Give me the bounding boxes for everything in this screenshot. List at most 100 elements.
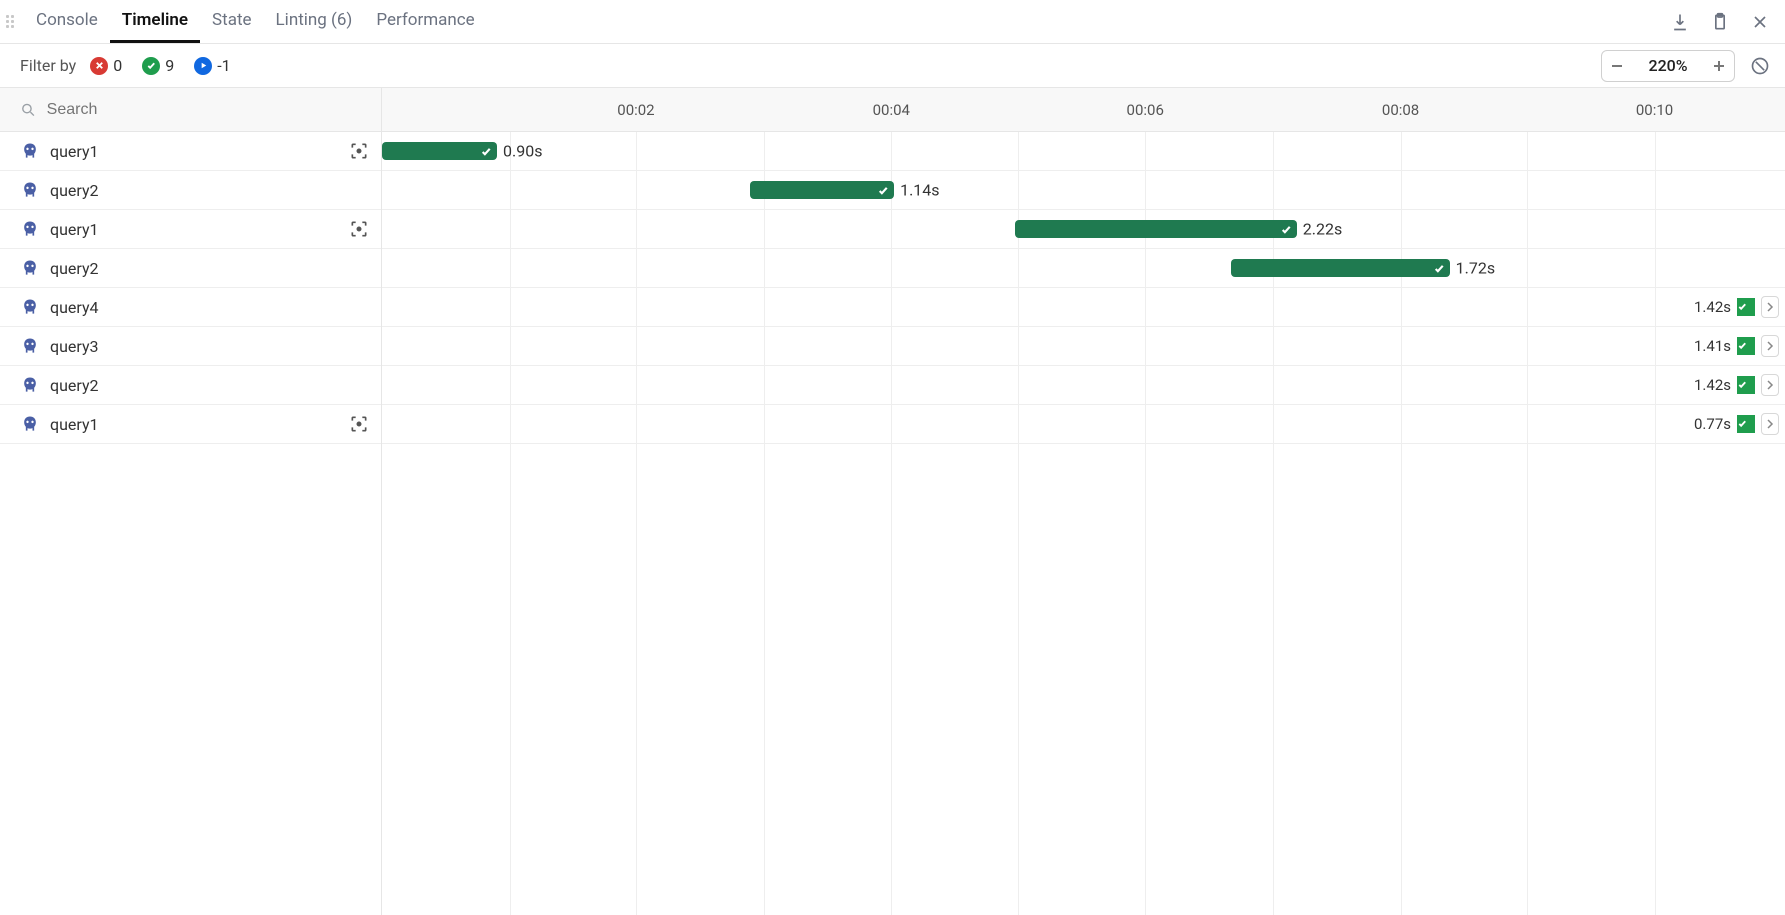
success-icon [1737,298,1755,316]
query-name: query2 [50,376,99,395]
ruler-tick: 00:06 [1127,101,1164,119]
top-tab-bar: Console Timeline State Linting (6) Perfo… [0,0,1785,44]
query-row[interactable]: query2 [0,366,381,405]
timeline-row: 1.42s [382,366,1785,405]
close-icon[interactable] [1749,11,1771,33]
zoom-value: 220% [1632,56,1704,75]
success-icon [1737,376,1755,394]
query-row[interactable]: query2 [0,171,381,210]
query-name: query2 [50,181,99,200]
filter-bar: Filter by 0 9 -1 220% [0,44,1785,88]
offscreen-status: 1.42s [1694,374,1779,396]
ruler-tick: 00:02 [617,101,654,119]
check-icon [480,145,493,158]
timeline-row: 1.42s [382,288,1785,327]
running-icon [194,57,212,75]
scroll-right-button[interactable] [1761,413,1779,435]
filter-success[interactable]: 9 [142,56,174,75]
ruler-tick: 00:10 [1636,101,1673,119]
postgres-icon [20,297,40,317]
duration-label: 2.22s [1303,220,1342,239]
focus-icon[interactable] [349,141,369,161]
duration-label: 0.77s [1694,415,1731,433]
timeline-bar[interactable] [750,181,895,199]
filter-errors[interactable]: 0 [90,56,122,75]
query-name: query1 [50,142,99,161]
timeline-row: 0.77s [382,405,1785,444]
timeline-panel[interactable]: 00:02 00:04 00:06 00:08 00:10 0.90s 1.14s 2.22… [382,88,1785,915]
timeline-bar[interactable] [382,142,497,160]
tab-timeline[interactable]: Timeline [110,0,200,43]
duration-label: 1.42s [1694,376,1731,394]
download-icon[interactable] [1669,11,1691,33]
success-icon [142,57,160,75]
query-list-panel: query1 query2 query1 query2 query4 query3 quer… [0,88,382,915]
timeline-row: 1.72s [382,249,1785,288]
timeline-row: 2.22s [382,210,1785,249]
query-row[interactable]: query1 [0,405,381,444]
timeline-row: 0.90s [382,132,1785,171]
tab-strip: Console Timeline State Linting (6) Perfo… [24,0,487,43]
duration-label: 1.72s [1456,259,1495,278]
clipboard-icon[interactable] [1709,11,1731,33]
timeline-row: 1.41s [382,327,1785,366]
postgres-icon [20,375,40,395]
filter-success-count: 9 [165,56,174,75]
postgres-icon [20,141,40,161]
scroll-right-button[interactable] [1761,296,1779,318]
offscreen-status: 1.42s [1694,296,1779,318]
query-row[interactable]: query4 [0,288,381,327]
timeline-content: query1 query2 query1 query2 query4 query3 quer… [0,88,1785,915]
check-icon [877,184,890,197]
tab-state[interactable]: State [200,0,263,43]
focus-icon[interactable] [349,219,369,239]
postgres-icon [20,414,40,434]
reset-zoom-icon[interactable] [1749,55,1771,77]
zoom-out-button[interactable] [1602,59,1632,73]
query-row[interactable]: query1 [0,210,381,249]
duration-label: 0.90s [503,142,542,161]
filter-errors-count: 0 [113,56,122,75]
zoom-control: 220% [1601,50,1735,82]
scroll-right-button[interactable] [1761,374,1779,396]
query-row[interactable]: query2 [0,249,381,288]
search-input[interactable] [47,101,381,119]
postgres-icon [20,336,40,356]
query-name: query1 [50,415,99,434]
tab-performance[interactable]: Performance [364,0,486,43]
postgres-icon [20,219,40,239]
duration-label: 1.41s [1694,337,1731,355]
postgres-icon [20,258,40,278]
ruler-tick: 00:04 [873,101,910,119]
timeline-bar[interactable] [1015,220,1297,238]
filter-by-label: Filter by [20,56,76,75]
focus-icon[interactable] [349,414,369,434]
success-icon [1737,337,1755,355]
offscreen-status: 1.41s [1694,335,1779,357]
timeline-bar[interactable] [1231,259,1450,277]
scroll-right-button[interactable] [1761,335,1779,357]
filter-running[interactable]: -1 [194,56,230,75]
query-name: query4 [50,298,99,317]
offscreen-status: 0.77s [1694,413,1779,435]
error-icon [90,57,108,75]
check-icon [1280,223,1293,236]
drag-handle-icon[interactable] [4,11,18,33]
query-name: query1 [50,220,99,239]
query-row[interactable]: query3 [0,327,381,366]
duration-label: 1.14s [900,181,939,200]
query-name: query2 [50,259,99,278]
search-icon [20,101,37,119]
ruler-tick: 00:08 [1382,101,1419,119]
query-row[interactable]: query1 [0,132,381,171]
filter-running-count: -1 [217,56,230,75]
postgres-icon [20,180,40,200]
tab-console[interactable]: Console [24,0,110,43]
zoom-in-button[interactable] [1704,59,1734,73]
tab-linting[interactable]: Linting (6) [264,0,365,43]
timeline-row: 1.14s [382,171,1785,210]
check-icon [1433,262,1446,275]
duration-label: 1.42s [1694,298,1731,316]
query-name: query3 [50,337,99,356]
success-icon [1737,415,1755,433]
